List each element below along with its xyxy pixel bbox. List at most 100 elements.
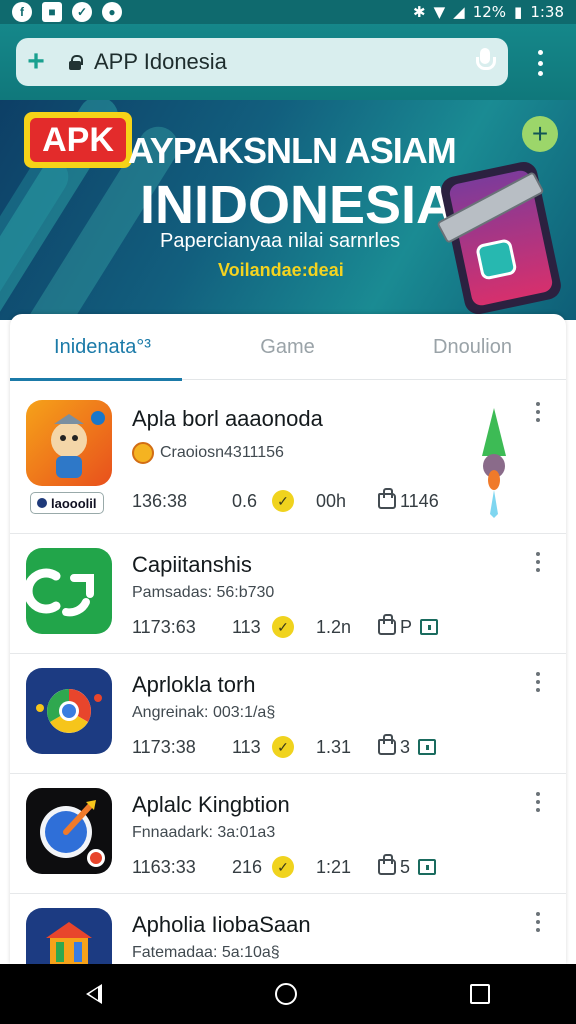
tab-game[interactable]: Game — [195, 314, 380, 380]
app-subtitle: Fnnaadark: 3a:01a3 — [132, 824, 276, 841]
likes-count: 5 — [400, 856, 411, 877]
gallery-icon: ■ — [42, 2, 62, 22]
wifi-icon: ▼ — [433, 3, 446, 21]
system-navigation-bar — [0, 964, 576, 1024]
rocket-icon — [482, 408, 506, 518]
verified-check-icon: ✓ — [272, 490, 294, 512]
stat-version: 113 — [232, 616, 261, 637]
content-card: Inidenata°³ Game Dnoulion laooolil Apla … — [10, 314, 566, 964]
likes: 1146 — [378, 488, 439, 512]
url-text[interactable]: APP Idonesia — [94, 49, 227, 75]
stat-size: 1173:38 — [132, 736, 196, 757]
download-icon[interactable] — [418, 739, 437, 755]
promo-banner[interactable]: APK AYPAKSNLN ASIAM INIDONESIA Papercian… — [0, 100, 576, 320]
address-bar[interactable]: + APP Idonesia — [16, 38, 508, 86]
stat-time: 1:21 — [316, 856, 352, 877]
banner-subtitle: Papercianyaa nilai sarnrles — [160, 230, 401, 252]
bluetooth-icon: ✱ — [413, 3, 426, 21]
recent-apps-icon[interactable] — [469, 984, 490, 1004]
more-options-icon[interactable] — [534, 402, 542, 422]
pin-icon: ✓ — [72, 2, 92, 22]
thumbs-up-icon — [378, 488, 396, 509]
stat-size: 1173:63 — [132, 616, 196, 637]
app-subtitle: Angreinak: 003:1/a§ — [132, 704, 276, 721]
signal-icon: ◢ — [453, 3, 465, 21]
list-item[interactable]: laooolil Apla borl aaaonoda Craoiosn4311… — [10, 384, 566, 534]
status-bar: f ■ ✓ ● ✱ ▼ ◢ 12% ▮ 1:38 — [0, 0, 576, 24]
likes: 3 — [378, 734, 437, 758]
banner-tagline: Voilandae:deai — [218, 260, 344, 280]
likes: 5 — [378, 854, 437, 878]
stat-time: 1.31 — [316, 736, 352, 757]
verified-check-icon: ✓ — [272, 856, 294, 878]
stat-version: 0.6 — [232, 490, 258, 511]
thumbs-up-icon — [378, 734, 396, 755]
notification-icon: f — [12, 2, 32, 22]
likes-count: 1146 — [400, 490, 439, 511]
app-icon — [26, 400, 112, 486]
new-tab-icon[interactable]: + — [16, 47, 56, 77]
back-icon[interactable] — [86, 984, 103, 1004]
publisher-badge: laooolil — [30, 492, 104, 514]
app-name: Apholia IiobaSaan — [132, 912, 311, 937]
app-name: Capiitanshis — [132, 552, 252, 577]
list-item[interactable]: Aprlokla torh Angreinak: 003:1/a§ 1173:3… — [10, 654, 566, 774]
app-subtitle: Craoiosn4311156 — [132, 442, 284, 464]
app-stats: 1163:33 216 ✓ 1:21 5 — [132, 854, 437, 878]
browser-menu-icon[interactable] — [530, 50, 550, 76]
tab-download[interactable]: Dnoulion — [380, 314, 565, 380]
likes-count: 3 — [400, 736, 411, 757]
app-subtitle: Pamsadas: 56:b730 — [132, 584, 275, 601]
stat-time: 1.2n — [316, 616, 352, 637]
home-icon[interactable] — [274, 983, 297, 1005]
clock: 1:38 — [530, 3, 564, 21]
microphone-icon[interactable] — [474, 47, 496, 77]
more-options-icon[interactable] — [534, 672, 542, 692]
thumbs-up-icon — [378, 614, 396, 635]
app-icon — [26, 548, 112, 634]
more-options-icon[interactable] — [534, 552, 542, 572]
lock-icon — [68, 55, 83, 70]
stat-size: 136:38 — [132, 490, 188, 511]
battery-icon: ▮ — [514, 3, 523, 21]
stat-size: 1163:33 — [132, 856, 196, 877]
stat-time: 00h — [316, 490, 347, 511]
banner-title: AYPAKSNLN ASIAM — [128, 130, 457, 171]
app-name: Apla borl aaaonoda — [132, 406, 323, 431]
developer-icon — [132, 442, 154, 464]
app-stats: 1173:63 113 ✓ 1.2n P — [132, 614, 439, 638]
publisher-name: laooolil — [51, 495, 97, 511]
list-item[interactable]: Capiitanshis Pamsadas: 56:b730 1173:63 1… — [10, 534, 566, 654]
verified-check-icon: ✓ — [272, 616, 294, 638]
likes: P — [378, 614, 439, 638]
record-icon: ● — [102, 2, 122, 22]
apk-badge: APK — [24, 112, 132, 168]
list-item[interactable]: Apholia IiobaSaan Fatemadaa: 5a:10a§ — [10, 894, 566, 964]
more-options-icon[interactable] — [534, 912, 542, 932]
app-subtitle-text: Craoiosn4311156 — [160, 444, 284, 461]
battery-text: 12% — [472, 3, 507, 21]
app-icon — [26, 668, 112, 754]
verified-check-icon: ✓ — [272, 736, 294, 758]
tab-indonesia[interactable]: Inidenata°³ — [10, 314, 195, 381]
banner-headline: INIDONESIA — [140, 175, 456, 235]
download-icon[interactable] — [420, 619, 439, 635]
phone-illustration — [436, 159, 564, 317]
browser-toolbar: + APP Idonesia — [0, 24, 576, 100]
apk-badge-text: APK — [30, 118, 126, 162]
app-icon — [26, 908, 112, 964]
tab-bar: Inidenata°³ Game Dnoulion — [10, 314, 566, 381]
app-stats: 1173:38 113 ✓ 1.31 3 — [132, 734, 437, 758]
more-options-icon[interactable] — [534, 792, 542, 812]
likes-count: P — [400, 616, 413, 637]
stat-version: 216 — [232, 856, 263, 877]
app-icon — [26, 788, 112, 874]
app-list: laooolil Apla borl aaaonoda Craoiosn4311… — [10, 384, 566, 964]
app-stats: 136:38 0.6 ✓ 00h 1146 — [132, 488, 439, 512]
download-icon[interactable] — [418, 859, 437, 875]
app-name: Aprlokla torh — [132, 672, 256, 697]
add-icon[interactable]: + — [522, 116, 558, 152]
thumbs-up-icon — [378, 854, 396, 875]
list-item[interactable]: Aplalc Kingbtion Fnnaadark: 3a:01a3 1163… — [10, 774, 566, 894]
stat-version: 113 — [232, 736, 261, 757]
